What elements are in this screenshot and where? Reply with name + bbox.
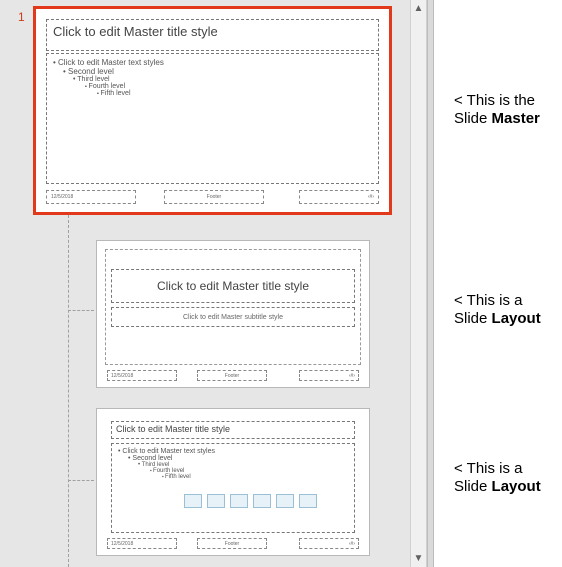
table-icon xyxy=(184,494,202,508)
slide-layout-thumbnail-1[interactable]: Click to edit Master title style Click t… xyxy=(96,240,370,388)
layout2-title-placeholder: Click to edit Master title style xyxy=(111,421,355,439)
thumbnail-pane-scrollbar[interactable]: ▲ ▼ xyxy=(410,0,427,567)
body-level-5: Fifth level xyxy=(162,474,348,480)
layout1-title-text: Click to edit Master title style xyxy=(157,279,309,293)
slide-master-thumbnail[interactable]: Click to edit Master title style Click t… xyxy=(35,8,390,213)
layout2-body-placeholder: Click to edit Master text styles Second … xyxy=(111,443,355,533)
body-level-2: Second level xyxy=(128,455,348,462)
body-level-2: Second level xyxy=(63,67,372,76)
hierarchy-line-vertical xyxy=(68,215,69,567)
body-level-1: Click to edit Master text styles xyxy=(53,58,372,67)
annotation-layout2: < This is a Slide Layout xyxy=(454,460,562,496)
edit-area-edge xyxy=(434,0,454,567)
annotation-master-line1: < This is the xyxy=(454,92,535,109)
body-level-5: Fifth level xyxy=(97,90,372,97)
master-slidenum-placeholder: ‹#› xyxy=(299,190,379,204)
slide-layout-thumbnail-2[interactable]: Click to edit Master title style Click t… xyxy=(96,408,370,556)
scroll-down-arrow-icon[interactable]: ▼ xyxy=(411,550,426,567)
annotation-layout1-line1: < This is a xyxy=(454,292,523,309)
annotation-master: < This is the Slide Master xyxy=(454,92,562,128)
hierarchy-line-h2 xyxy=(68,480,94,481)
annotation-layout1-line2-bold: Layout xyxy=(492,310,541,327)
layout2-title-text: Click to edit Master title style xyxy=(116,424,230,434)
master-title-text: Click to edit Master title style xyxy=(53,24,218,39)
content-placeholder-icons xyxy=(184,494,317,508)
picture-icon xyxy=(253,494,271,508)
annotation-layout2-line2-pre: Slide xyxy=(454,478,492,495)
annotation-master-line2-pre: Slide xyxy=(454,110,492,127)
body-level-4: Fourth level xyxy=(85,83,372,90)
layout1-date-placeholder: 12/5/2018 xyxy=(107,370,177,381)
layout1-slidenum-placeholder: ‹#› xyxy=(299,370,359,381)
layout1-footer-placeholder: Footer xyxy=(197,370,267,381)
master-body-placeholder: Click to edit Master text styles Second … xyxy=(46,53,379,184)
pane-splitter[interactable] xyxy=(427,0,434,567)
annotation-master-line2-bold: Master xyxy=(492,110,540,127)
layout1-subtitle-placeholder: Click to edit Master subtitle style xyxy=(111,307,355,327)
layout1-title-placeholder: Click to edit Master title style xyxy=(111,269,355,303)
master-footer-placeholder: Footer xyxy=(164,190,264,204)
smartart-icon xyxy=(230,494,248,508)
annotation-overlay: < This is the Slide Master < This is a S… xyxy=(454,0,562,567)
slide-master-thumbnail-pane[interactable]: 1 Click to edit Master title style Click… xyxy=(0,0,410,567)
scroll-up-arrow-icon[interactable]: ▲ xyxy=(411,0,426,17)
layout2-slidenum-placeholder: ‹#› xyxy=(299,538,359,549)
master-title-placeholder: Click to edit Master title style xyxy=(46,19,379,51)
slide-master-number: 1 xyxy=(18,10,25,24)
online-pic-icon xyxy=(276,494,294,508)
annotation-layout2-line2-bold: Layout xyxy=(492,478,541,495)
hierarchy-line-h1 xyxy=(68,310,94,311)
body-level-3: Third level xyxy=(73,76,372,83)
body-level-1: Click to edit Master text styles xyxy=(118,448,348,455)
video-icon xyxy=(299,494,317,508)
master-date-placeholder: 12/5/2018 xyxy=(46,190,136,204)
layout2-footer-placeholder: Footer xyxy=(197,538,267,549)
annotation-layout1: < This is a Slide Layout xyxy=(454,292,562,328)
chart-icon xyxy=(207,494,225,508)
annotation-layout1-line2-pre: Slide xyxy=(454,310,492,327)
layout1-subtitle-text: Click to edit Master subtitle style xyxy=(183,314,283,321)
annotation-layout2-line1: < This is a xyxy=(454,460,523,477)
layout2-date-placeholder: 12/5/2018 xyxy=(107,538,177,549)
